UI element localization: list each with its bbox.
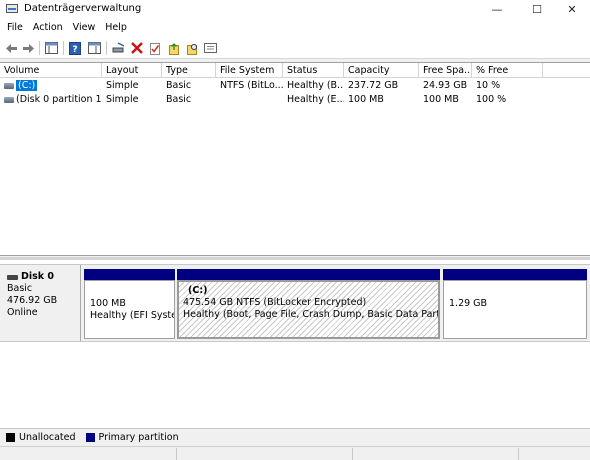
- column-header-layout[interactable]: Layout: [102, 63, 162, 78]
- disk-title: Disk 0: [7, 271, 80, 283]
- maximize-button[interactable]: ☐: [518, 0, 556, 19]
- folder-up-icon[interactable]: [167, 41, 181, 55]
- disk-type: Basic: [7, 283, 33, 294]
- menu-file[interactable]: File: [2, 19, 28, 37]
- layout-cell: Simple: [106, 80, 139, 91]
- toolbar-separator: [106, 41, 107, 55]
- partition-recovery[interactable]: 1.29 GB: [443, 269, 587, 339]
- column-header-capacity[interactable]: Capacity: [344, 63, 419, 78]
- partition-drive-label: (C:): [188, 285, 208, 296]
- partition-efi[interactable]: 100 MB Healthy (EFI System: [84, 269, 175, 339]
- back-arrow-icon[interactable]: [4, 41, 18, 55]
- console-tree-icon[interactable]: [44, 41, 58, 55]
- title-bar: Datenträgerverwaltung — ☐ ✕: [0, 0, 590, 19]
- volume-list-header: Volume Layout Type File System Status Ca…: [0, 63, 590, 78]
- toolbar-separator: [39, 41, 40, 55]
- partition-status: Healthy (EFI System: [90, 310, 174, 321]
- minimize-button[interactable]: —: [478, 0, 516, 19]
- svg-text:?: ?: [72, 45, 77, 55]
- file-system-cell: NTFS (BitLo...: [220, 80, 283, 91]
- column-header-pct-free[interactable]: % Free: [472, 63, 543, 78]
- partition-body: 100 MB Healthy (EFI System: [84, 280, 175, 339]
- partition-body: 1.29 GB: [443, 280, 587, 339]
- column-header-volume[interactable]: Volume: [0, 63, 102, 78]
- free-space-cell: 24.93 GB: [423, 80, 468, 91]
- disk-size: 476.92 GB: [7, 295, 58, 306]
- volume-cell: (Disk 0 partition 1): [0, 93, 102, 106]
- volume-icon: [4, 82, 14, 89]
- disk-info[interactable]: Disk 0 Basic 476.92 GB Online: [0, 265, 81, 341]
- menu-view[interactable]: View: [68, 19, 101, 37]
- status-bar: [0, 446, 590, 460]
- volume-name: (Disk 0 partition 1): [16, 94, 102, 105]
- properties-pane-icon[interactable]: [87, 41, 101, 55]
- partition-color-bar: [84, 269, 175, 280]
- check-icon[interactable]: [148, 41, 162, 55]
- volume-row[interactable]: (Disk 0 partition 1) Simple Basic Health…: [0, 93, 590, 106]
- menu-action[interactable]: Action: [28, 19, 68, 37]
- partition-body: (C:) 475.54 GB NTFS (BitLocker Encrypted…: [177, 280, 440, 339]
- free-space-cell: 100 MB: [423, 94, 459, 105]
- legend-label-unallocated: Unallocated: [19, 432, 76, 443]
- volume-name: (C:): [16, 80, 38, 91]
- status-bar-divider: [518, 448, 519, 460]
- window-title: Datenträgerverwaltung: [24, 3, 142, 14]
- menu-help[interactable]: Help: [100, 19, 132, 37]
- capacity-cell: 237.72 GB: [348, 80, 399, 91]
- forward-arrow-icon[interactable]: [21, 41, 35, 55]
- partition-size: 100 MB: [90, 298, 126, 309]
- column-header-file-system[interactable]: File System: [216, 63, 283, 78]
- column-header-free-space[interactable]: Free Spa...: [419, 63, 472, 78]
- properties-icon[interactable]: [203, 41, 217, 55]
- type-cell: Basic: [166, 80, 192, 91]
- type-cell: Basic: [166, 94, 192, 105]
- status-cell: Healthy (E...: [287, 94, 344, 105]
- delete-icon[interactable]: [130, 41, 144, 55]
- disk-management-app-icon: [6, 4, 18, 13]
- volume-cell: (C:): [0, 79, 102, 92]
- pct-free-cell: 10 %: [476, 80, 501, 91]
- partition-color-bar: [177, 269, 440, 280]
- disk-row: Disk 0 Basic 476.92 GB Online 100 MB Hea…: [0, 264, 590, 342]
- disk-name: Disk 0: [21, 271, 55, 282]
- partition-status: Healthy (Boot, Page File, Crash Dump, Ba…: [183, 309, 440, 320]
- volume-row[interactable]: (C:) Simple Basic NTFS (BitLo... Healthy…: [0, 79, 590, 92]
- column-header-status[interactable]: Status: [283, 63, 344, 78]
- legend-swatch-unallocated: [6, 433, 15, 442]
- legend-swatch-primary: [85, 433, 95, 442]
- partition-c[interactable]: (C:) 475.54 GB NTFS (BitLocker Encrypted…: [177, 269, 440, 339]
- legend: Unallocated Primary partition: [0, 428, 590, 446]
- layout-cell: Simple: [106, 94, 139, 105]
- legend-label-primary: Primary partition: [98, 432, 179, 443]
- help-icon[interactable]: ?: [68, 41, 82, 55]
- connect-drive-icon[interactable]: [112, 41, 126, 55]
- status-bar-divider: [176, 448, 177, 460]
- disk-graphical-view: Disk 0 Basic 476.92 GB Online 100 MB Hea…: [0, 260, 590, 428]
- volume-list: Volume Layout Type File System Status Ca…: [0, 62, 590, 256]
- pct-free-cell: 100 %: [476, 94, 507, 105]
- toolbar: ?: [0, 37, 590, 59]
- folder-search-icon[interactable]: [185, 41, 199, 55]
- status-cell: Healthy (B...: [287, 80, 344, 91]
- partition-size: 475.54 GB NTFS (BitLocker Encrypted): [183, 297, 367, 308]
- close-button[interactable]: ✕: [553, 0, 590, 19]
- menu-bar: File Action View Help: [0, 19, 590, 37]
- partition-color-bar: [443, 269, 587, 280]
- disk-icon: [7, 274, 18, 280]
- capacity-cell: 100 MB: [348, 94, 384, 105]
- disk-state: Online: [7, 307, 38, 318]
- volume-icon: [4, 96, 14, 103]
- status-bar-divider: [352, 448, 353, 460]
- partition-size: 1.29 GB: [449, 298, 488, 309]
- column-header-type[interactable]: Type: [162, 63, 216, 78]
- file-system-cell: [216, 93, 283, 106]
- toolbar-separator: [63, 41, 64, 55]
